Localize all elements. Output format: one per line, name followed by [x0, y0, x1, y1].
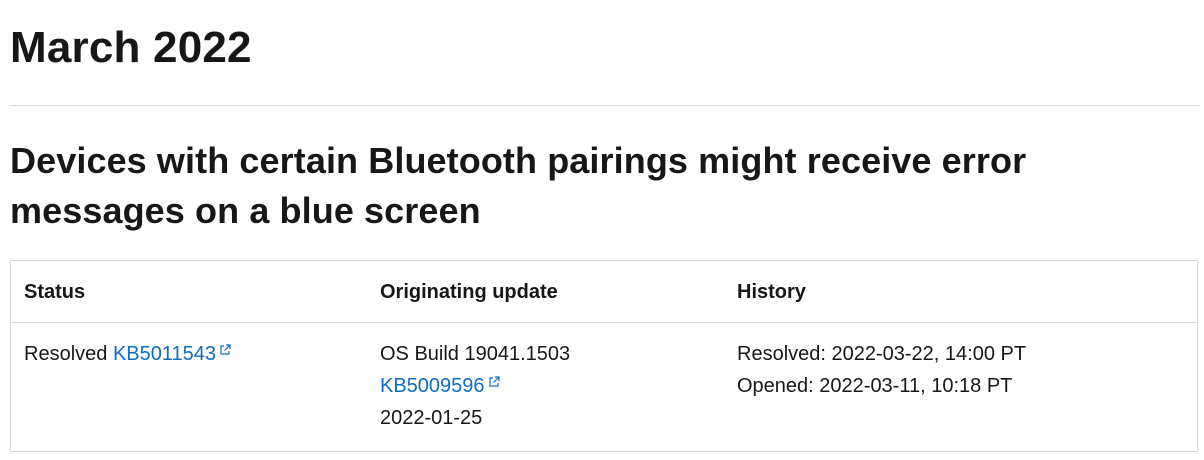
issue-status-table: Status Originating update History Resolv…	[10, 260, 1198, 452]
status-kb-link-label: KB5011543	[112, 343, 217, 365]
os-build-text: OS Build 19041.1503	[380, 343, 571, 365]
origin-date-text: 2022-01-25	[380, 407, 483, 429]
status-kb-link[interactable]: KB5011543	[113, 343, 231, 365]
external-link-icon	[488, 376, 500, 387]
issue-title: Devices with certain Bluetooth pairings …	[10, 140, 1027, 231]
history-resolved-text: Resolved: 2022-03-22, 14:00 PT	[737, 343, 1027, 365]
external-link-icon	[220, 344, 231, 355]
section-divider	[10, 105, 1200, 106]
status-cell: Resolved KB5011543	[24, 338, 231, 370]
history-column-header: History	[737, 281, 806, 303]
history-opened-text: Opened: 2022-03-11, 10:18 PT	[737, 375, 1013, 397]
originating-update-column-header: Originating update	[380, 281, 558, 303]
origin-kb-link-label: KB5009596	[380, 375, 485, 397]
status-label: Resolved	[24, 343, 108, 365]
status-column-header: Status	[24, 281, 86, 303]
origin-kb-link[interactable]: KB5009596	[380, 375, 500, 397]
history-cell: Resolved: 2022-03-22, 14:00 PT Opened: 2…	[737, 338, 1026, 402]
table-header-row: Status Originating update History	[11, 261, 1197, 323]
table-row: Resolved KB5011543 OS Build 19041.1503 K…	[11, 323, 1197, 451]
month-heading: March 2022	[10, 23, 252, 72]
originating-update-cell: OS Build 19041.1503 KB5009596 2022-01-25	[380, 338, 570, 434]
